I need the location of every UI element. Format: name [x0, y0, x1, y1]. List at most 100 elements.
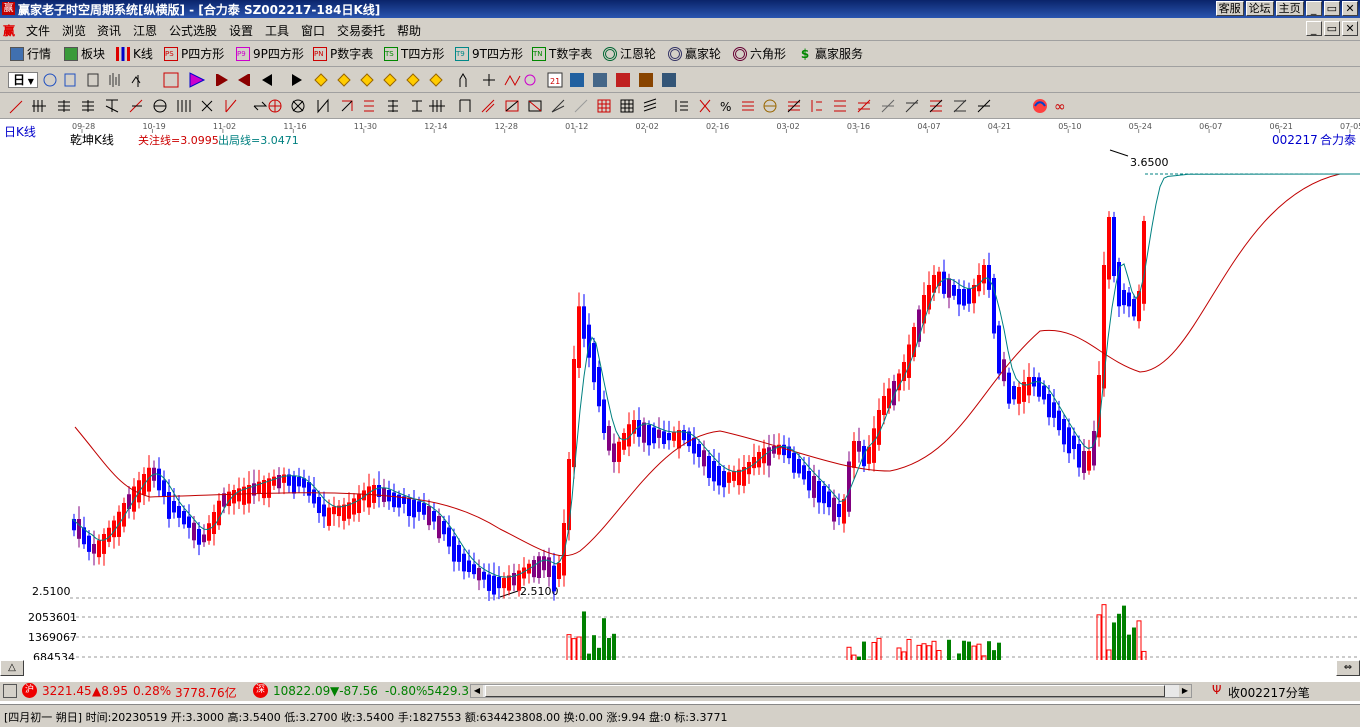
tick-data-label[interactable]: 收002217分笔 [1228, 684, 1310, 701]
candle-body [967, 289, 971, 304]
bar-info-content: [四月初一 朔日] 时间:20230519 开:3.3000 高:3.5400 … [4, 711, 728, 724]
candle-body [1122, 290, 1126, 306]
candle-body [92, 544, 96, 554]
volume-bar [597, 647, 601, 660]
candle-body [797, 459, 801, 474]
p-number-table-button[interactable]: PN P数字表 [313, 45, 373, 62]
service-button[interactable]: 客服 [1215, 1, 1244, 16]
candle-body [482, 571, 486, 580]
volume-axis-label-mid: 1369067 [28, 631, 77, 644]
candle-body [962, 289, 966, 306]
analysis-tool-icons[interactable]: 21 [40, 71, 740, 89]
candle-body [472, 564, 476, 575]
candle-body [537, 556, 541, 578]
volume-bar [916, 644, 922, 660]
candle-body [617, 441, 621, 462]
menu-browse[interactable]: 浏览 [62, 22, 86, 39]
candle-icon [116, 46, 130, 61]
t9-square-button[interactable]: T9 9T四方形 [455, 45, 523, 62]
bar-info-strip: [四月初一 朔日] 时间:20230519 开:3.3000 高:3.5400 … [0, 704, 1360, 727]
menu-trade[interactable]: 交易委托 [337, 22, 385, 39]
close-button[interactable]: ✕ [1342, 1, 1358, 16]
chart-up-arrow-icon[interactable]: △ [0, 660, 24, 676]
forum-button[interactable]: 论坛 [1245, 1, 1274, 16]
home-button[interactable]: 主页 [1275, 1, 1304, 16]
menu-app-icon[interactable]: 赢 [3, 22, 15, 39]
sectors-button[interactable]: 板块 [64, 45, 105, 62]
menu-news[interactable]: 资讯 [97, 22, 121, 39]
p-square-button[interactable]: PS P四方形 [164, 45, 224, 62]
candle-body [102, 534, 106, 554]
hexagon-label: 六角形 [750, 47, 787, 61]
gann-wheel-button[interactable]: 江恩轮 [603, 45, 656, 62]
chart-area[interactable]: 09-28 10-19 11-02 11-16 11-30 12-14 12-28 01-12… [0, 119, 1360, 677]
menu-formula-select[interactable]: 公式选股 [169, 22, 217, 39]
candle-body [412, 499, 416, 518]
t9-square-label: 9T四方形 [472, 47, 523, 61]
candle-body [902, 362, 906, 382]
kline-button[interactable]: K线 [116, 45, 153, 62]
scroll-right-icon[interactable]: ▶ [1179, 685, 1191, 697]
minimize-button[interactable]: _ [1305, 1, 1322, 16]
t-number-table-button[interactable]: TN T数字表 [532, 45, 592, 62]
p9-square-button[interactable]: P9 9P四方形 [236, 45, 304, 62]
volume-bar [976, 643, 982, 660]
menu-help[interactable]: 帮助 [397, 22, 421, 39]
scroll-left-icon[interactable]: ◀ [471, 685, 483, 697]
candle-body [1087, 451, 1091, 471]
tn-icon: TN [532, 46, 546, 61]
volume-bar [857, 656, 861, 660]
period-select[interactable]: 日 ▼ [8, 72, 38, 88]
menu-tools[interactable]: 工具 [265, 22, 289, 39]
candle-body [722, 471, 726, 488]
analysis-toolbar: 日 ▼ 21 [0, 67, 1360, 93]
kline-chart[interactable]: 09-28 10-19 11-02 11-16 11-30 12-14 12-28 01-12… [0, 119, 1360, 660]
volume-axis-label-low: 684534 [33, 651, 75, 660]
maximize-button[interactable]: ▭ [1323, 1, 1340, 16]
high-pointer [1109, 149, 1129, 157]
volume-bar [997, 642, 1001, 660]
menu-file[interactable]: 文件 [26, 22, 50, 39]
chart-zoom-icon[interactable]: ⇔ [1336, 660, 1360, 676]
status-scrollbar[interactable]: ◀ ▶ [470, 684, 1192, 698]
low-label: 低 [284, 711, 296, 724]
mdi-buttons: _ ▭ ✕ [1305, 21, 1358, 36]
volume-bar [957, 653, 961, 660]
candle-body [852, 441, 856, 468]
menu-gann[interactable]: 江恩 [133, 22, 157, 39]
candle-body [1092, 431, 1096, 466]
menu-window[interactable]: 窗口 [301, 22, 325, 39]
stock-name-label: 合力泰 [1320, 132, 1356, 147]
candle-body [827, 491, 831, 508]
p9-square-label: 9P四方形 [253, 47, 304, 61]
scroll-thumb[interactable] [485, 685, 1165, 697]
winner-service-button[interactable]: $ 赢家服务 [798, 45, 863, 62]
drawing-tool-icons[interactable]: % ∞ [8, 97, 1078, 115]
candle-body [1082, 451, 1086, 473]
p9-icon: P9 [236, 46, 250, 61]
candle-body [987, 265, 991, 290]
volume-bar [967, 641, 971, 660]
gann-wheel-label: 江恩轮 [620, 47, 657, 61]
exit-line-label: 出局线=3.0471 [218, 133, 299, 147]
hexagon-button[interactable]: 六角形 [733, 45, 786, 62]
candle-body [382, 487, 386, 502]
quotes-button[interactable]: 行情 [10, 45, 51, 62]
svg-text:∞: ∞ [1054, 99, 1066, 115]
mdi-minimize-button[interactable]: _ [1305, 21, 1322, 36]
mdi-close-button[interactable]: ✕ [1342, 21, 1358, 36]
candle-body [462, 553, 466, 572]
menu-settings[interactable]: 设置 [229, 22, 253, 39]
mark-value: 3.3771 [688, 711, 728, 724]
time-label: 时间 [85, 711, 108, 724]
title-bar: 赢 赢家老子时空周期系统[纵横版] - [合力泰 SZ002217-184日K线… [0, 0, 1360, 18]
time-value: 20230519 [111, 711, 168, 724]
mdi-restore-button[interactable]: ▭ [1323, 21, 1340, 36]
t-square-button[interactable]: TS T四方形 [384, 45, 444, 62]
grid-icon[interactable] [3, 684, 17, 698]
winner-wheel-button[interactable]: 赢家轮 [668, 45, 721, 62]
sz-index-change: ▼-87.56 [330, 684, 378, 698]
candle-body [447, 527, 451, 547]
candle-body [467, 560, 471, 573]
volume-bar [1117, 613, 1121, 660]
